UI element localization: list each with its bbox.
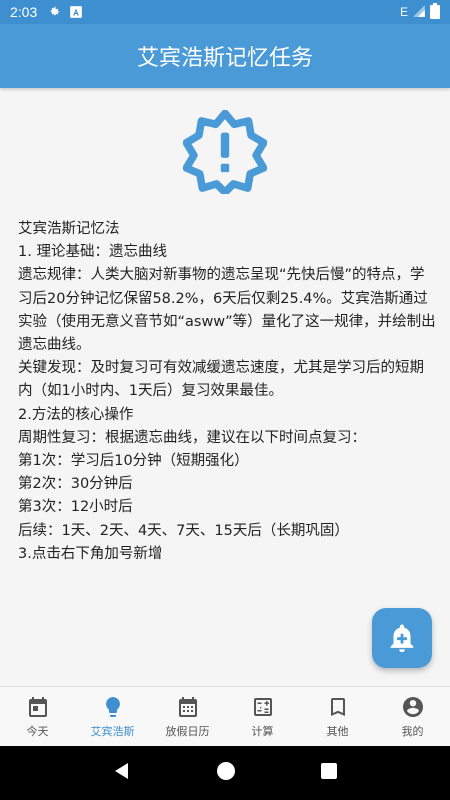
warning-badge-icon <box>182 109 268 197</box>
home-icon[interactable] <box>216 761 236 785</box>
article-line: 1. 理论基础：遗忘曲线 <box>18 244 167 261</box>
article-line: 3.点击右下角加号新增 <box>18 545 163 562</box>
page-title: 艾宾浩斯记忆任务 <box>136 46 313 71</box>
article-line: 周期性复习：根据遗忘曲线，建议在以下时间点复习： <box>18 429 366 446</box>
status-time: 2:03 <box>10 4 38 20</box>
lightbulb-icon <box>105 696 120 717</box>
status-bar: 2:03 E <box>0 0 450 24</box>
nav-item-label: 今天 <box>26 724 49 738</box>
account-icon <box>402 696 423 717</box>
nav-item-label: 放假日历 <box>165 724 210 738</box>
article-line: 后续：1天、2天、4天、7天、15天后（长期巩固） <box>18 522 349 539</box>
calendar-month-icon <box>178 696 197 717</box>
nav-item-label: 我的 <box>401 724 424 738</box>
article-line: 关键发现：及时复习可有效减缓遗忘速度，尤其是学习后的短期内（如1小时内、1天后）… <box>18 360 424 400</box>
nav-item-label: 计算 <box>251 724 274 738</box>
app-bar: 艾宾浩斯记忆任务 <box>0 24 450 88</box>
gear-icon <box>47 5 61 19</box>
font-a-icon <box>69 5 83 19</box>
add-reminder-button[interactable] <box>372 608 432 668</box>
battery-icon <box>430 2 440 22</box>
bell-plus-icon <box>390 624 414 653</box>
nav-item-label: 艾宾浩斯 <box>90 724 135 738</box>
article-heading: 艾宾浩斯记忆法 <box>18 221 120 237</box>
nav-item-mine[interactable]: 我的 <box>375 687 450 746</box>
nav-item-ebbinghaus[interactable]: 艾宾浩斯 <box>75 687 150 746</box>
bottom-navigation: 今天 艾宾浩斯 放假日历 计算 其他 我的 <box>0 686 450 746</box>
nav-item-holiday-calendar[interactable]: 放假日历 <box>150 687 225 746</box>
main-content: 艾宾浩斯记忆法 1. 理论基础：遗忘曲线 遗忘规律：人类大脑对新事物的遗忘呈现“… <box>0 88 450 686</box>
back-icon[interactable] <box>112 761 132 785</box>
recents-icon[interactable] <box>320 762 338 784</box>
calculator-icon <box>253 697 272 716</box>
nav-item-today[interactable]: 今天 <box>0 687 75 746</box>
network-type-text: E <box>399 5 408 19</box>
article-line: 第2次：30分钟后 <box>18 476 133 493</box>
calendar-day-icon <box>28 696 47 717</box>
ebbinghaus-description: 艾宾浩斯记忆法 1. 理论基础：遗忘曲线 遗忘规律：人类大脑对新事物的遗忘呈现“… <box>18 218 438 566</box>
nav-item-calculate[interactable]: 计算 <box>225 687 300 746</box>
article-line: 第1次：学习后10分钟（短期强化） <box>18 453 249 470</box>
article-line: 2.方法的核心操作 <box>18 406 134 423</box>
signal-icon <box>412 4 426 21</box>
article-line: 第3次：12小时后 <box>18 499 133 516</box>
bookmark-icon <box>330 697 345 716</box>
nav-item-other[interactable]: 其他 <box>300 687 375 746</box>
article-line: 遗忘规律：人类大脑对新事物的遗忘呈现“先快后慢”的特点，学习后20分钟记忆保留5… <box>18 267 436 354</box>
nav-item-label: 其他 <box>326 724 349 738</box>
system-navigation-bar <box>0 746 450 800</box>
